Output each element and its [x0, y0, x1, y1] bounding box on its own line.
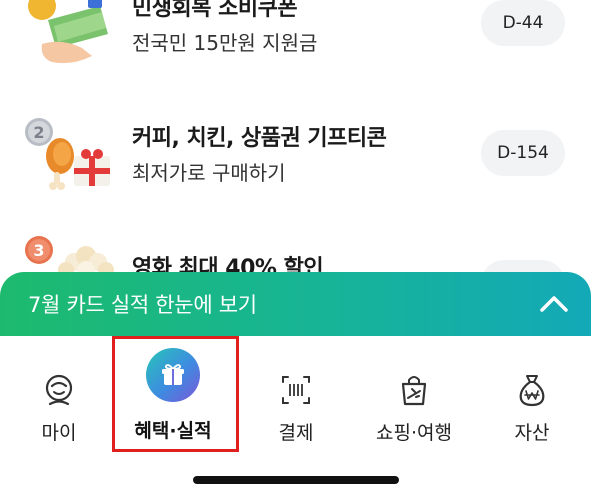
tab-label: 마이 — [41, 422, 77, 444]
tab-shop[interactable]: 쇼핑·여행 — [355, 336, 473, 454]
item-title: 민생회복 소비쿠폰 — [132, 0, 298, 21]
dday-badge[interactable]: D-154 — [481, 130, 565, 176]
tab-my[interactable]: 마이 — [0, 336, 118, 454]
svg-text:3: 3 — [33, 241, 44, 260]
bottom-tab-bar: 마이 혜택·실적 결제 쇼핑·여행 자산 — [0, 336, 591, 495]
tab-asset[interactable]: 자산 — [473, 336, 591, 454]
chevron-up-icon[interactable] — [539, 290, 569, 316]
benefit-list: 민생회복 소비쿠폰 전국민 15만원 지원금 D-44 2 커피, 치킨, 상품… — [0, 0, 591, 290]
tab-label: 결제 — [278, 422, 314, 444]
card-performance-banner[interactable]: 7월 카드 실적 한눈에 보기 — [0, 272, 591, 336]
chicken-gift-icon: 2 — [22, 110, 114, 190]
tab-label: 자산 — [514, 422, 550, 444]
tab-label: 쇼핑·여행 — [376, 422, 452, 444]
home-indicator — [193, 476, 399, 484]
item-subtitle: 전국민 15만원 지원금 — [132, 31, 318, 55]
barcode-scan-icon — [280, 372, 312, 408]
svg-text:2: 2 — [33, 123, 44, 142]
item-subtitle: 최저가로 구매하기 — [132, 161, 286, 185]
list-item[interactable]: 민생회복 소비쿠폰 전국민 15만원 지원금 D-44 — [0, 0, 591, 70]
item-title: 커피, 치킨, 상품권 기프티콘 — [132, 126, 387, 151]
list-item[interactable]: 2 커피, 치킨, 상품권 기프티콘 최저가로 구매하기 D-154 — [0, 100, 591, 210]
selection-highlight — [112, 336, 239, 452]
shopping-bag-plane-icon — [398, 372, 430, 408]
dday-badge[interactable]: D-44 — [481, 0, 565, 46]
money-hand-icon — [22, 0, 114, 70]
banner-text: 7월 카드 실적 한눈에 보기 — [28, 293, 257, 317]
tab-pay[interactable]: 결제 — [237, 336, 355, 454]
smile-face-icon — [43, 372, 75, 408]
money-bag-won-icon — [516, 372, 548, 408]
